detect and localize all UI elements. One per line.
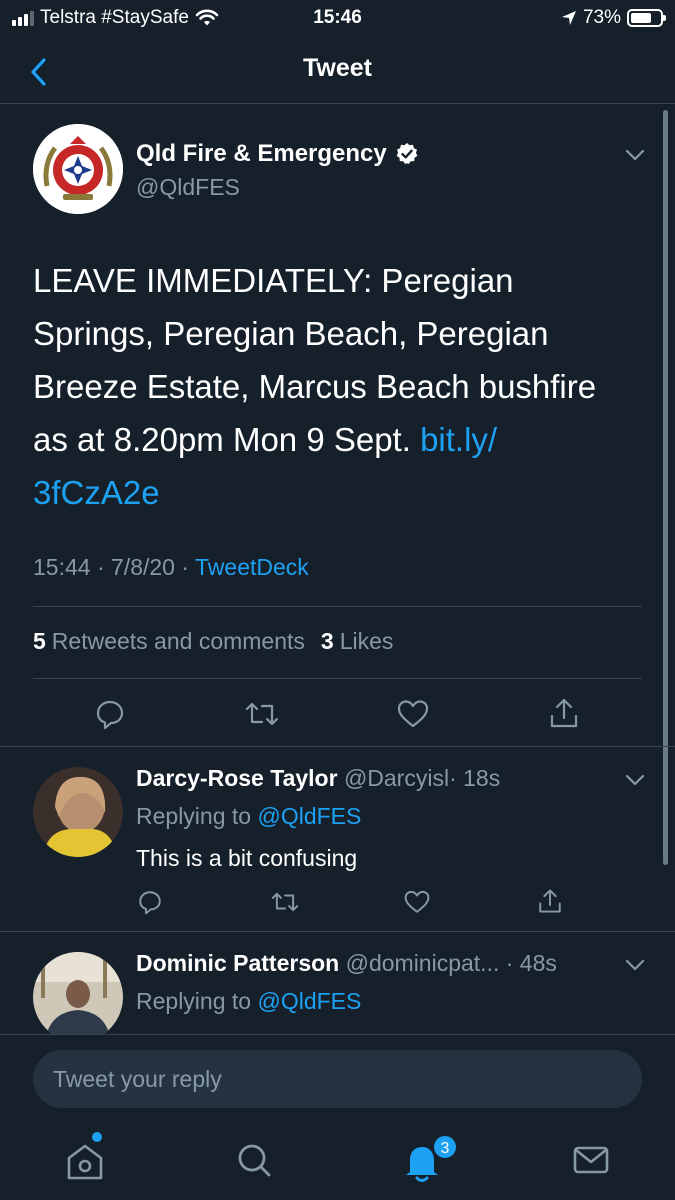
status-bar: Telstra #StaySafe 15:46 73% (0, 0, 675, 40)
replying-to-link[interactable]: @QldFES (257, 988, 361, 1014)
reply-avatar[interactable] (33, 952, 123, 1034)
status-right: 73% (561, 7, 666, 29)
share-icon[interactable] (548, 696, 580, 730)
replying-to-label: Replying to (136, 988, 252, 1014)
tweet-body: LEAVE IMMEDIATELY: Peregian Springs, Per… (33, 254, 633, 519)
tweet-time: 15:44 (33, 554, 91, 580)
author-handle[interactable]: @QldFES (136, 174, 240, 201)
reply-icon[interactable] (137, 889, 163, 915)
likes-stat[interactable]: 3 Likes (321, 628, 394, 655)
chevron-down-icon[interactable] (624, 148, 646, 162)
reply-author-name[interactable]: Dominic Patterson (136, 950, 339, 976)
chevron-down-icon[interactable] (624, 773, 646, 787)
nav-bar: Tweet (0, 40, 675, 104)
avatar-photo (33, 952, 123, 1034)
divider (33, 606, 642, 607)
reply-compose[interactable] (33, 1050, 642, 1108)
tweet-actions (0, 694, 675, 734)
retweets-label: Retweets and comments (51, 628, 305, 654)
battery-icon (627, 9, 666, 27)
reply-header: Dominic Patterson @dominicpat... · 48s (136, 950, 557, 977)
notifications-badge: 3 (432, 1134, 458, 1160)
avatar-photo (33, 767, 123, 857)
reply-input[interactable] (33, 1050, 642, 1108)
reply-author-name[interactable]: Darcy-Rose Taylor (136, 765, 338, 791)
retweet-icon[interactable] (270, 889, 300, 915)
search-icon[interactable] (224, 1132, 284, 1188)
author-avatar[interactable] (33, 124, 123, 214)
replying-to-label: Replying to (136, 803, 252, 829)
reply-author-handle[interactable]: @Darcyisl (344, 765, 449, 791)
reply-author-handle[interactable]: @dominicpat... (346, 950, 500, 976)
replying-to: Replying to @QldFES (136, 988, 361, 1015)
reply-time: · 18s (449, 765, 501, 791)
retweets-stat[interactable]: 5 Retweets and comments (33, 628, 305, 655)
reply-item[interactable]: Dominic Patterson @dominicpat... · 48s R… (0, 932, 675, 1034)
tweet-text: LEAVE IMMEDIATELY: Peregian Springs, Per… (33, 262, 597, 458)
location-arrow-icon (561, 11, 576, 25)
retweets-count: 5 (33, 628, 46, 654)
author-name-label: Qld Fire & Emergency (136, 140, 387, 167)
author-name[interactable]: Qld Fire & Emergency (136, 140, 419, 168)
replying-to: Replying to @QldFES (136, 803, 361, 830)
battery-fill (631, 13, 652, 23)
tweet-source-link[interactable]: TweetDeck (195, 554, 309, 580)
retweet-icon[interactable] (244, 698, 280, 730)
tweet-meta: 15:44 · 7/8/20 · TweetDeck (33, 554, 309, 581)
battery-percent: 73% (582, 7, 621, 28)
reply-time: · 48s (505, 950, 557, 976)
reply-actions (0, 887, 675, 919)
reply-text: This is a bit confusing (136, 845, 358, 871)
meta-sep: · (96, 554, 105, 580)
reply-avatar[interactable] (33, 767, 123, 857)
reply-item[interactable]: Darcy-Rose Taylor @Darcyisl· 18s Replyin… (0, 747, 675, 931)
home-icon[interactable] (55, 1132, 115, 1188)
tab-bar (0, 1120, 675, 1200)
messages-envelope-icon[interactable] (561, 1132, 621, 1188)
verified-badge-icon (396, 143, 418, 164)
engagement-stats: 5 Retweets and comments 3 Likes (33, 628, 393, 655)
divider (0, 1034, 675, 1035)
share-icon[interactable] (537, 887, 563, 915)
chevron-down-icon[interactable] (624, 958, 646, 972)
meta-sep: · (181, 554, 190, 580)
home-new-dot (92, 1132, 102, 1142)
divider (33, 678, 642, 679)
page-title: Tweet (303, 54, 372, 82)
qfes-badge-logo (33, 124, 123, 214)
reply-header: Darcy-Rose Taylor @Darcyisl· 18s (136, 765, 500, 792)
tweet-date: 7/8/20 (111, 554, 175, 580)
replying-to-link[interactable]: @QldFES (257, 803, 361, 829)
likes-count: 3 (320, 628, 334, 654)
reply-icon[interactable] (94, 698, 126, 730)
likes-label: Likes (339, 628, 394, 654)
like-icon[interactable] (396, 698, 430, 730)
like-icon[interactable] (403, 889, 431, 915)
